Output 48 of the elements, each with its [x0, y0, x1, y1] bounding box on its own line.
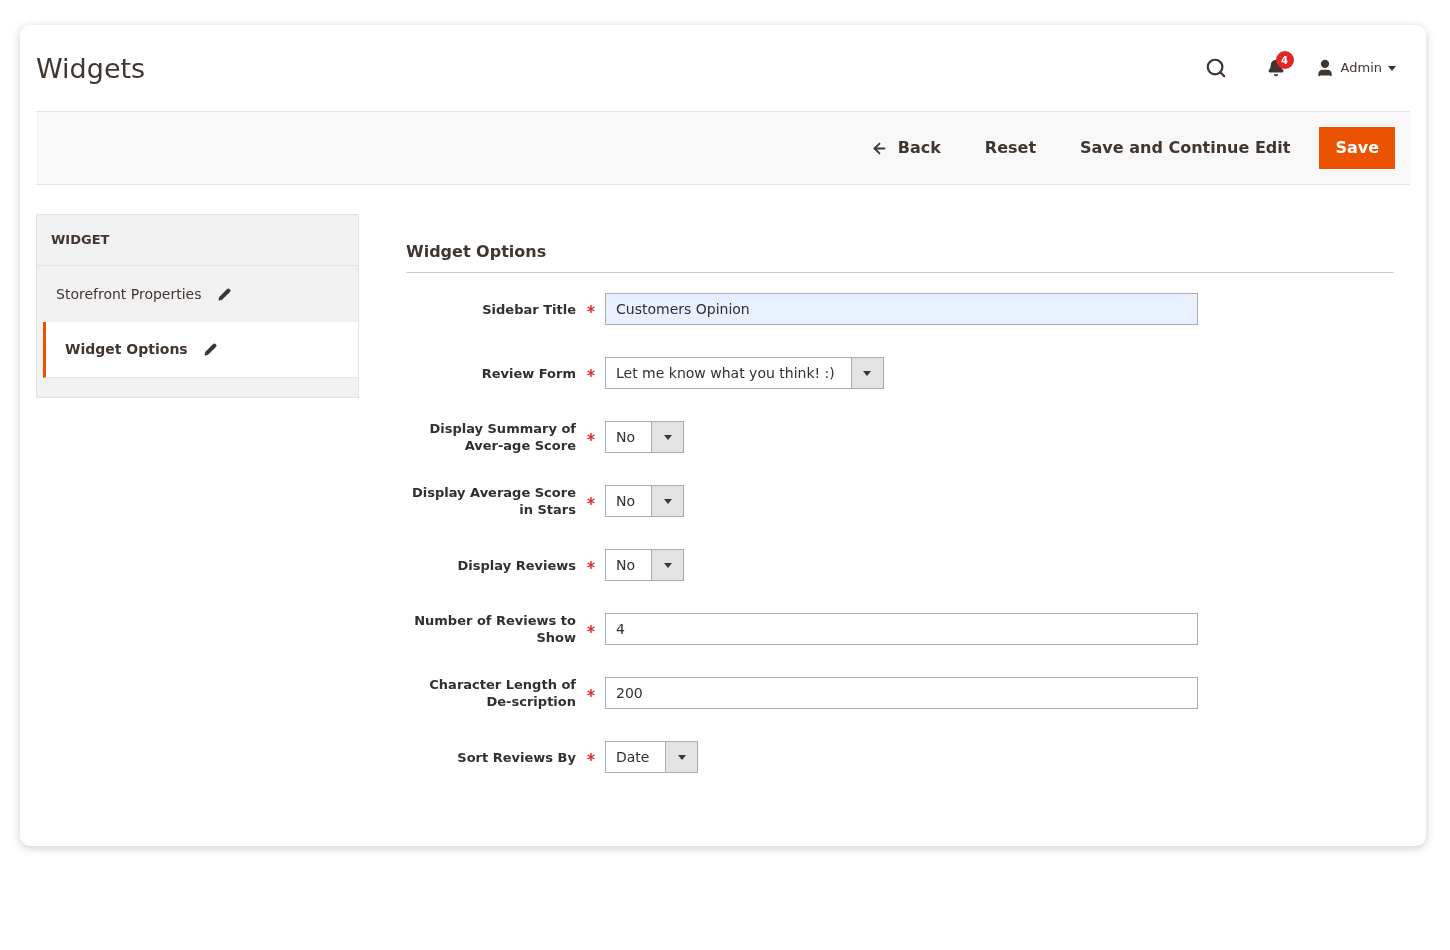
text-field[interactable]: Customers Opinion [605, 293, 1198, 325]
select-field[interactable]: No [605, 485, 685, 517]
save-button[interactable]: Save [1319, 127, 1395, 169]
caret-icon [863, 370, 872, 376]
field-label: Review Form [480, 364, 576, 382]
sidebar-item-label: Storefront Properties [56, 284, 202, 304]
page-title: Widgets [36, 51, 147, 86]
caret-icon [663, 562, 672, 568]
sidebar-item-label: Widget Options [65, 340, 188, 359]
pencil-icon [217, 287, 231, 301]
toolbar-button[interactable]: Reset [969, 127, 1052, 169]
field-label: Display Reviews [456, 556, 576, 574]
field-label: Character Length of De-scription [428, 676, 576, 710]
select-value: Let me know what you think! :) [615, 363, 836, 383]
select-arrow-button[interactable] [651, 550, 684, 580]
toolbar-button[interactable]: Save and Continue Edit [1065, 127, 1306, 169]
sidebar-heading: WIDGET [37, 215, 358, 266]
field-label: Sidebar Title [481, 300, 576, 318]
select-arrow-button[interactable] [651, 486, 684, 516]
caret-icon [663, 434, 672, 440]
sidebar-item[interactable]: Widget Options [43, 322, 358, 378]
field-label: Number of Reviews to Show [413, 612, 576, 646]
field-label: Display Summary of Aver-age Score [428, 420, 576, 454]
select-arrow-button[interactable] [665, 742, 698, 772]
select-value: No [615, 491, 637, 511]
select-arrow-button[interactable] [850, 358, 883, 388]
select-field[interactable]: No [605, 549, 685, 581]
select-field[interactable]: No [605, 421, 685, 453]
pencil-icon [203, 343, 217, 356]
select-arrow-button[interactable] [651, 422, 684, 452]
field-label: Sort Reviews By [456, 748, 576, 766]
user-menu-button[interactable]: Admin [1340, 58, 1396, 78]
text-field[interactable]: 200 [605, 677, 1198, 709]
notification-badge: 4 [1275, 51, 1294, 69]
search-icon[interactable] [1204, 57, 1227, 79]
caret-icon [663, 498, 672, 504]
section-title: Widget Options [406, 240, 1394, 273]
sidebar-item[interactable]: Storefront Properties [37, 266, 358, 322]
select-field[interactable]: Let me know what you think! :) [605, 357, 884, 389]
field-label: Display Average Score in Stars [410, 484, 576, 518]
caret-icon [677, 754, 686, 760]
select-field[interactable]: Date [605, 741, 699, 773]
select-value: No [615, 555, 637, 575]
back-button[interactable]: Back [855, 127, 956, 169]
text-field[interactable]: 4 [605, 613, 1198, 645]
select-value: No [615, 427, 637, 447]
select-value: Date [615, 747, 651, 767]
caret-icon [1388, 65, 1396, 71]
